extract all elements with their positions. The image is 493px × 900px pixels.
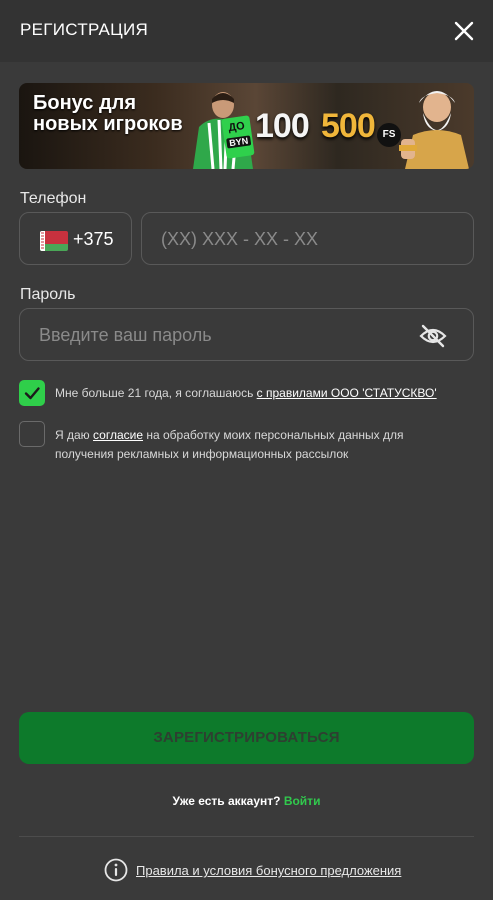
promo-banner[interactable]: Бонус для новых игроков ДО BYN 100 500 F… [19, 83, 474, 169]
age-rules-text-prefix: Мне больше 21 года, я соглашаюсь [55, 386, 257, 400]
password-label: Пароль [20, 286, 76, 303]
close-icon [454, 21, 474, 41]
belarus-flag-icon [40, 231, 68, 251]
personal-data-consent-text: Я даю согласие на обработку моих персона… [55, 426, 425, 464]
company-rules-link[interactable]: с правилами ООО 'СТАТУСКВО' [257, 386, 437, 400]
bonus-rules-link[interactable]: Правила и условия бонусного предложения [136, 863, 401, 878]
bonus-amount-primary: 100 [255, 107, 310, 145]
bonus-currency: BYN [226, 135, 252, 149]
modal-header: РЕГИСТРАЦИЯ [0, 0, 493, 62]
age-rules-text: Мне больше 21 года, я соглашаюсь с прави… [55, 384, 475, 403]
login-link[interactable]: Войти [284, 794, 321, 808]
login-prompt-text: Уже есть аккаунт? [172, 794, 281, 808]
country-code-select[interactable]: +375 [19, 212, 132, 265]
close-button[interactable] [450, 17, 478, 45]
banner-headline: Бонус для новых игроков [33, 92, 183, 135]
divider [19, 836, 474, 837]
zeus-character-image [399, 91, 469, 169]
phone-placeholder: (XX) XXX - XX - XX [161, 229, 319, 249]
bonus-amount-freespins: 500 [321, 107, 376, 145]
phone-input[interactable]: (XX) XXX - XX - XX [141, 212, 474, 265]
login-prompt: Уже есть аккаунт? Войти [0, 794, 493, 808]
phone-label: Телефон [20, 190, 87, 207]
toggle-password-visibility-button[interactable] [418, 323, 448, 349]
consent-link[interactable]: согласие [93, 428, 143, 442]
page-title: РЕГИСТРАЦИЯ [20, 20, 149, 39]
info-icon [104, 858, 128, 882]
age-rules-checkbox[interactable] [19, 380, 45, 406]
bonus-badge-label: ДО [227, 120, 246, 135]
register-button[interactable]: ЗАРЕГИСТРИРОВАТЬСЯ [19, 712, 474, 764]
bonus-badge: ДО BYN [221, 115, 255, 159]
country-code-value: +375 [73, 229, 114, 249]
password-input[interactable]: Введите ваш пароль [19, 308, 474, 361]
password-placeholder: Введите ваш пароль [39, 325, 212, 345]
eye-off-icon [419, 324, 447, 348]
consent-text-prefix: Я даю [55, 428, 94, 442]
checkmark-icon [24, 387, 40, 400]
personal-data-consent-checkbox[interactable] [19, 421, 45, 447]
